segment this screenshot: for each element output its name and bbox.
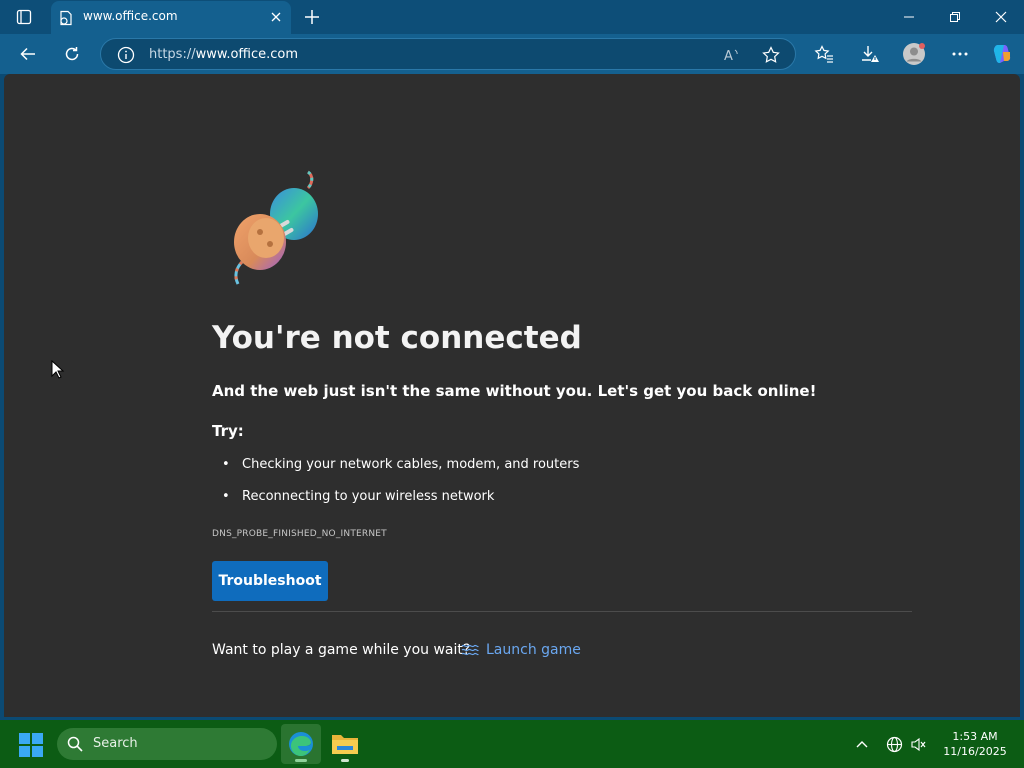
globe-no-internet-icon bbox=[886, 736, 902, 752]
back-button[interactable] bbox=[13, 40, 43, 68]
bullet-icon: • bbox=[222, 457, 230, 472]
copilot-button[interactable] bbox=[987, 40, 1017, 68]
app-open-indicator bbox=[341, 759, 349, 762]
taskbar-file-explorer-app[interactable] bbox=[325, 724, 365, 764]
restore-icon bbox=[950, 12, 960, 22]
refresh-button[interactable] bbox=[57, 40, 87, 68]
tab-title: www.office.com bbox=[83, 9, 178, 23]
try-label: Try: bbox=[212, 422, 244, 440]
suggestion-text: Checking your network cables, modem, and… bbox=[242, 457, 580, 472]
suggestion-item: • Checking your network cables, modem, an… bbox=[222, 457, 579, 472]
taskbar-search-box[interactable]: Search bbox=[57, 728, 277, 760]
page-subtitle: And the web just isn't the same without … bbox=[212, 382, 817, 400]
favorites-button[interactable] bbox=[809, 40, 839, 68]
surf-game-icon[interactable] bbox=[461, 642, 479, 658]
download-warning-icon bbox=[862, 46, 879, 62]
active-app-indicator bbox=[295, 759, 307, 762]
close-window-button[interactable] bbox=[978, 0, 1024, 34]
mouse-pointer-icon bbox=[51, 360, 65, 379]
favorites-icon bbox=[814, 45, 833, 63]
back-arrow-icon bbox=[20, 47, 35, 61]
url-host: www.office.com bbox=[195, 47, 299, 62]
system-clock[interactable]: 1:53 AM 11/16/2025 bbox=[940, 729, 1010, 759]
error-code: DNS_PROBE_FINISHED_NO_INTERNET bbox=[212, 529, 387, 539]
browser-toolbar: https://www.office.com A bbox=[0, 34, 1024, 74]
page-title: You're not connected bbox=[212, 320, 582, 356]
bullet-icon: • bbox=[222, 489, 230, 504]
chevron-up-icon bbox=[856, 741, 868, 748]
copilot-icon bbox=[993, 45, 1011, 63]
divider bbox=[212, 611, 912, 612]
taskbar-edge-app[interactable] bbox=[281, 724, 321, 764]
minimize-button[interactable] bbox=[886, 0, 932, 34]
profile-button[interactable] bbox=[899, 40, 929, 68]
unplugged-cable-illustration bbox=[234, 170, 318, 285]
folder-icon bbox=[332, 735, 358, 754]
tab-actions-button[interactable] bbox=[10, 5, 38, 29]
edge-browser-icon bbox=[289, 732, 313, 756]
read-aloud-icon[interactable]: A bbox=[723, 46, 741, 64]
settings-more-button[interactable] bbox=[945, 40, 975, 68]
refresh-icon bbox=[65, 47, 79, 61]
restore-button[interactable] bbox=[932, 0, 978, 34]
speaker-muted-icon bbox=[910, 737, 925, 751]
url-text[interactable]: https://www.office.com bbox=[149, 47, 298, 62]
clock-date: 11/16/2025 bbox=[943, 745, 1007, 758]
address-bar[interactable]: https://www.office.com A bbox=[100, 38, 796, 70]
suggestion-text: Reconnecting to your wireless network bbox=[242, 489, 495, 504]
clock-time: 1:53 AM bbox=[952, 730, 998, 743]
volume-button[interactable] bbox=[908, 734, 928, 754]
search-label: Search bbox=[93, 736, 138, 751]
svg-text:A: A bbox=[724, 49, 733, 64]
downloads-button[interactable] bbox=[855, 40, 885, 68]
active-tab[interactable]: www.office.com bbox=[51, 1, 291, 34]
minimize-icon bbox=[904, 16, 914, 18]
tab-actions-icon bbox=[16, 9, 32, 25]
game-prompt: Want to play a game while you wait? bbox=[212, 642, 471, 658]
new-tab-icon[interactable] bbox=[302, 7, 322, 27]
windows-start-icon[interactable] bbox=[18, 732, 44, 758]
profile-avatar-icon bbox=[903, 43, 925, 65]
troubleshoot-button[interactable]: Troubleshoot bbox=[212, 561, 328, 601]
site-info-icon[interactable] bbox=[117, 46, 135, 64]
launch-game-link[interactable]: Launch game bbox=[486, 642, 581, 658]
title-bar: www.office.com bbox=[0, 0, 1024, 34]
suggestion-item: • Reconnecting to your wireless network bbox=[222, 489, 494, 504]
search-icon bbox=[67, 736, 83, 752]
close-icon bbox=[995, 11, 1007, 23]
url-protocol: https:// bbox=[149, 47, 196, 62]
more-options-icon bbox=[952, 52, 968, 56]
network-status-button[interactable] bbox=[884, 734, 904, 754]
taskbar: Search 1:53 AM 11/16/2025 bbox=[0, 720, 1024, 768]
show-hidden-icons-button[interactable] bbox=[852, 734, 872, 754]
page-favicon-icon bbox=[60, 10, 72, 26]
add-favorite-star-icon[interactable] bbox=[761, 45, 781, 65]
close-tab-icon[interactable] bbox=[269, 10, 283, 24]
